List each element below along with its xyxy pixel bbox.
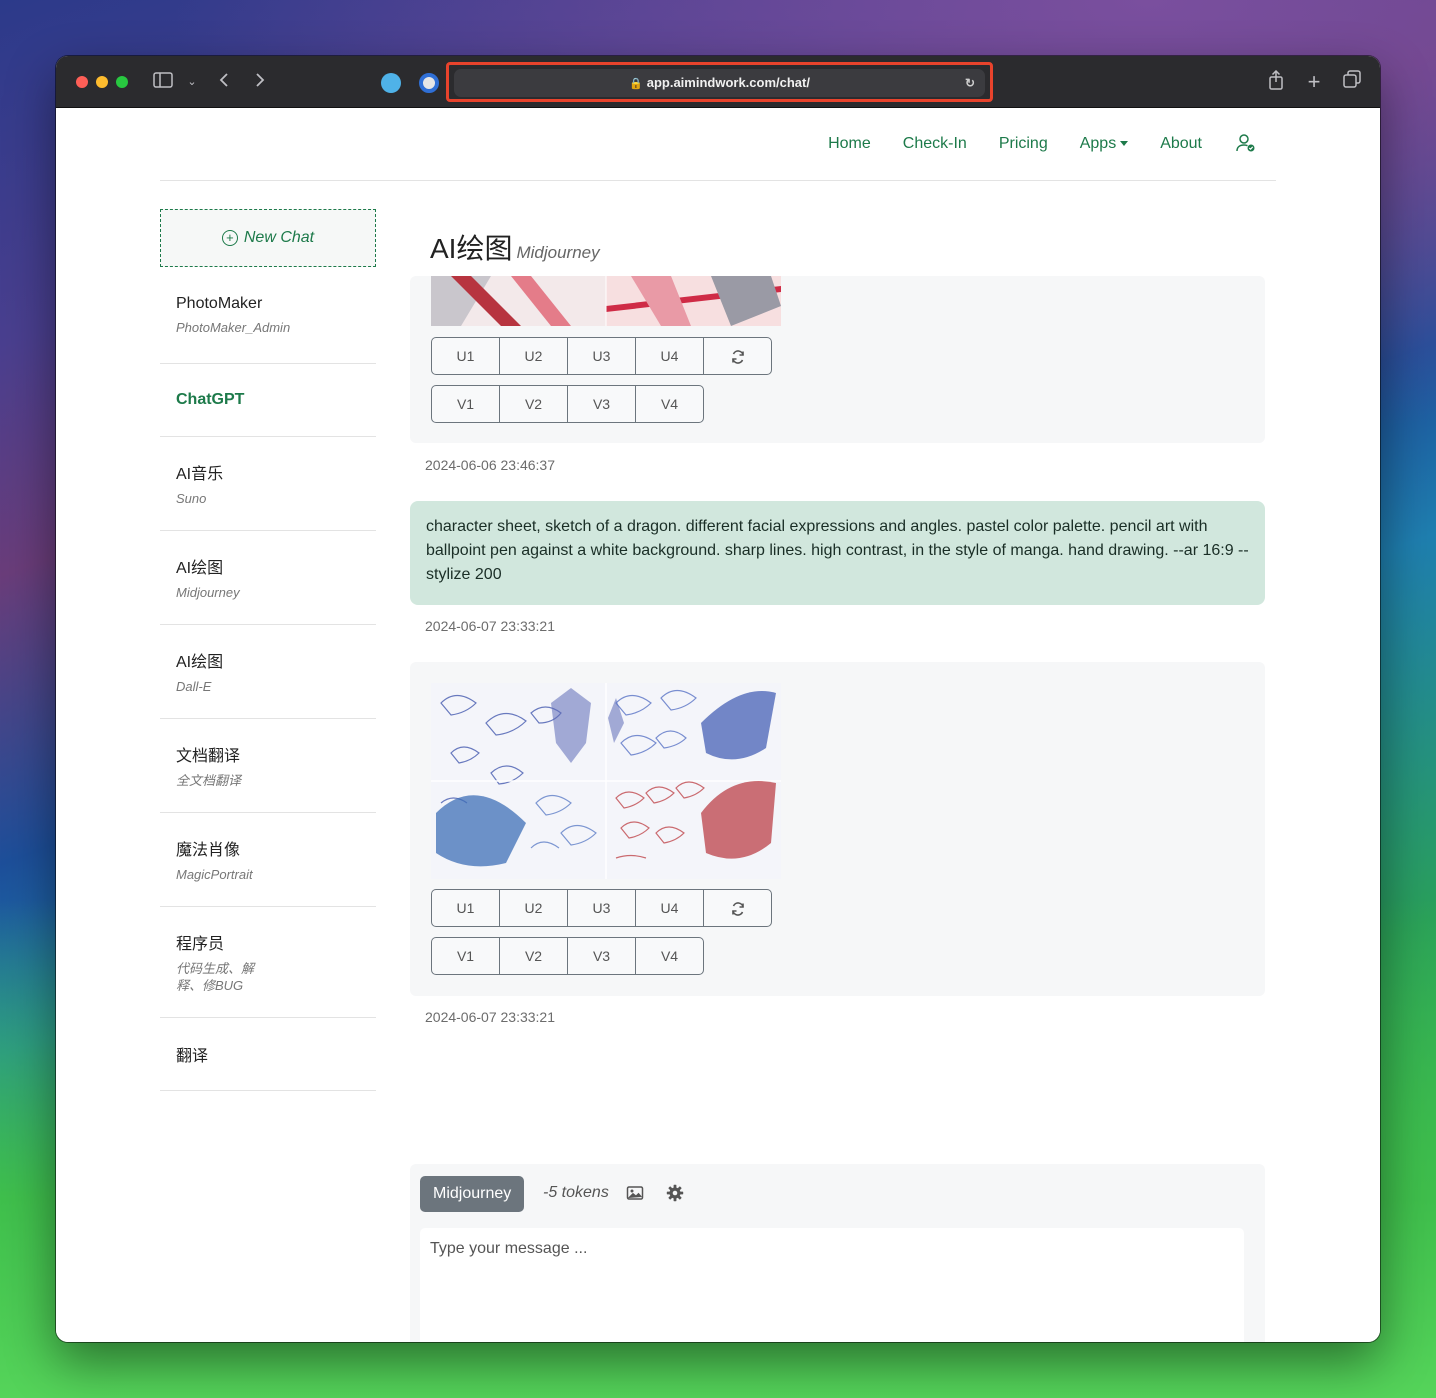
caret-down-icon [1120, 141, 1129, 147]
upscale-2-button[interactable]: U2 [499, 889, 568, 927]
sidebar-item-ai-drawing-midjourney[interactable]: AI绘图 Midjourney [160, 531, 376, 625]
token-cost: -5 tokens [543, 1184, 609, 1201]
sidebar-item-subtitle: Dall-E [176, 679, 212, 694]
password-manager-icon[interactable] [419, 73, 439, 93]
variation-3-button[interactable]: V3 [567, 385, 636, 423]
sidebar-item-magic-portrait[interactable]: 魔法肖像 MagicPortrait [160, 813, 376, 907]
page-subtitle: Midjourney [516, 243, 600, 262]
sidebar-item-title: ChatGPT [176, 391, 245, 408]
extension-icon[interactable] [381, 73, 401, 93]
sidebar-item-subtitle: Suno [176, 491, 207, 506]
upscale-button-group: U1 U2 U3 U4 [431, 337, 772, 375]
page-title: AI绘图 Midjourney [430, 227, 600, 267]
forward-icon[interactable] [252, 70, 268, 94]
sidebar-item-title: AI音乐 [176, 466, 224, 483]
sidebar-item-title: AI绘图 [176, 654, 224, 671]
sidebar-item-ai-music[interactable]: AI音乐 Suno [160, 437, 376, 531]
nav-check-in[interactable]: Check-In [903, 135, 967, 155]
message-timestamp: 2024-06-07 23:33:21 [425, 1009, 555, 1025]
tab-overview-icon[interactable] [1342, 70, 1362, 94]
nav-apps-dropdown[interactable]: Apps [1079, 135, 1129, 155]
variation-2-button[interactable]: V2 [499, 937, 568, 975]
sidebar-item-doc-translate[interactable]: 文档翻译 全文档翻译 [160, 719, 376, 813]
variation-1-button[interactable]: V1 [431, 937, 500, 975]
upscale-3-button[interactable]: U3 [567, 337, 636, 375]
variation-4-button[interactable]: V4 [635, 937, 704, 975]
chat-sidebar: + New Chat PhotoMaker PhotoMaker_Admin C… [160, 209, 376, 1091]
new-chat-label: New Chat [243, 229, 315, 246]
refresh-icon [731, 350, 744, 365]
top-navbar: Home Check-In Pricing Apps About [160, 109, 1276, 181]
upscale-1-button[interactable]: U1 [431, 337, 500, 375]
sidebar-item-title: 翻译 [176, 1048, 209, 1065]
sidebar-item-title: PhotoMaker [176, 294, 263, 312]
minimize-window-button[interactable] [96, 76, 108, 88]
plus-circle-icon: + [221, 230, 238, 246]
generated-image-grid[interactable] [431, 276, 781, 326]
variation-2-button[interactable]: V2 [499, 385, 568, 423]
sidebar-item-translate[interactable]: 翻译 [160, 1018, 376, 1091]
message-timestamp: 2024-06-07 23:33:21 [425, 618, 555, 634]
message-input[interactable] [420, 1228, 1244, 1342]
sidebar-toggle-icon[interactable] [152, 70, 174, 94]
upscale-4-button[interactable]: U4 [635, 337, 704, 375]
page-title-text: AI绘图 [430, 233, 513, 264]
nav-apps-label: Apps [1079, 135, 1117, 152]
user-account-icon[interactable] [1236, 133, 1256, 153]
refresh-icon [731, 902, 744, 917]
bot-message: U1 U2 U3 U4 V1 V2 V3 V4 [410, 276, 1265, 443]
back-icon[interactable] [216, 70, 232, 94]
upscale-3-button[interactable]: U3 [567, 889, 636, 927]
nav-about[interactable]: About [1160, 135, 1202, 155]
upscale-1-button[interactable]: U1 [431, 889, 500, 927]
upscale-2-button[interactable]: U2 [499, 337, 568, 375]
sidebar-item-subtitle: 代码生成、解释、修BUG [176, 961, 255, 993]
sidebar-item-title: 程序员 [176, 936, 225, 953]
message-composer: Midjourney -5 tokens [410, 1164, 1265, 1342]
variation-1-button[interactable]: V1 [431, 385, 500, 423]
nav-home[interactable]: Home [828, 135, 871, 155]
generated-image-grid[interactable] [431, 683, 781, 879]
sidebar-item-subtitle: Midjourney [176, 585, 240, 600]
model-select-button[interactable]: Midjourney [420, 1176, 525, 1212]
share-icon[interactable] [1266, 69, 1286, 94]
new-chat-button[interactable]: + New Chat [160, 209, 376, 267]
sidebar-item-ai-drawing-dalle[interactable]: AI绘图 Dall-E [160, 625, 376, 719]
sidebar-item-subtitle: 全文档翻译 [176, 773, 242, 788]
web-page: Home Check-In Pricing Apps About + New C… [56, 109, 1380, 1342]
sidebar-item-title: AI绘图 [176, 560, 224, 577]
sidebar-item-programmer[interactable]: 程序员 代码生成、解释、修BUG [160, 907, 376, 1018]
nav-pricing[interactable]: Pricing [999, 135, 1048, 155]
user-message: character sheet, sketch of a dragon. dif… [410, 501, 1265, 605]
variation-button-group: V1 V2 V3 V4 [431, 937, 704, 975]
variation-button-group: V1 V2 V3 V4 [431, 385, 704, 423]
new-tab-icon[interactable]: + [1304, 70, 1324, 94]
variation-3-button[interactable]: V3 [567, 937, 636, 975]
variation-4-button[interactable]: V4 [635, 385, 704, 423]
reroll-button[interactable] [703, 337, 772, 375]
chevron-down-icon[interactable]: ⌄ [186, 70, 198, 94]
bot-message: U1 U2 U3 U4 V1 V2 V3 V4 [410, 662, 1265, 996]
browser-toolbar: ⌄ 🔒 app.aimindwork.com/chat/ ↻ + [56, 56, 1380, 108]
close-window-button[interactable] [76, 76, 88, 88]
sidebar-item-subtitle: MagicPortrait [176, 867, 253, 882]
upscale-button-group: U1 U2 U3 U4 [431, 889, 772, 927]
sidebar-item-subtitle: PhotoMaker_Admin [176, 319, 291, 335]
settings-gear-icon[interactable] [666, 1184, 684, 1202]
sidebar-item-title: 文档翻译 [176, 748, 241, 765]
sidebar-item-chatgpt[interactable]: ChatGPT [160, 364, 376, 437]
reload-icon[interactable]: ↻ [965, 69, 975, 97]
address-bar[interactable]: 🔒 app.aimindwork.com/chat/ ↻ [454, 69, 985, 97]
sidebar-item-title: 魔法肖像 [176, 842, 241, 859]
image-upload-icon[interactable] [626, 1184, 644, 1202]
browser-window: ⌄ 🔒 app.aimindwork.com/chat/ ↻ + Home Che… [56, 56, 1380, 1342]
sidebar-item-photomaker[interactable]: PhotoMaker PhotoMaker_Admin [160, 267, 376, 364]
zoom-window-button[interactable] [116, 76, 128, 88]
message-timestamp: 2024-06-06 23:46:37 [425, 457, 555, 473]
url-text: app.aimindwork.com/chat/ [646, 75, 810, 90]
upscale-4-button[interactable]: U4 [635, 889, 704, 927]
reroll-button[interactable] [703, 889, 772, 927]
lock-icon: 🔒 [629, 78, 643, 90]
